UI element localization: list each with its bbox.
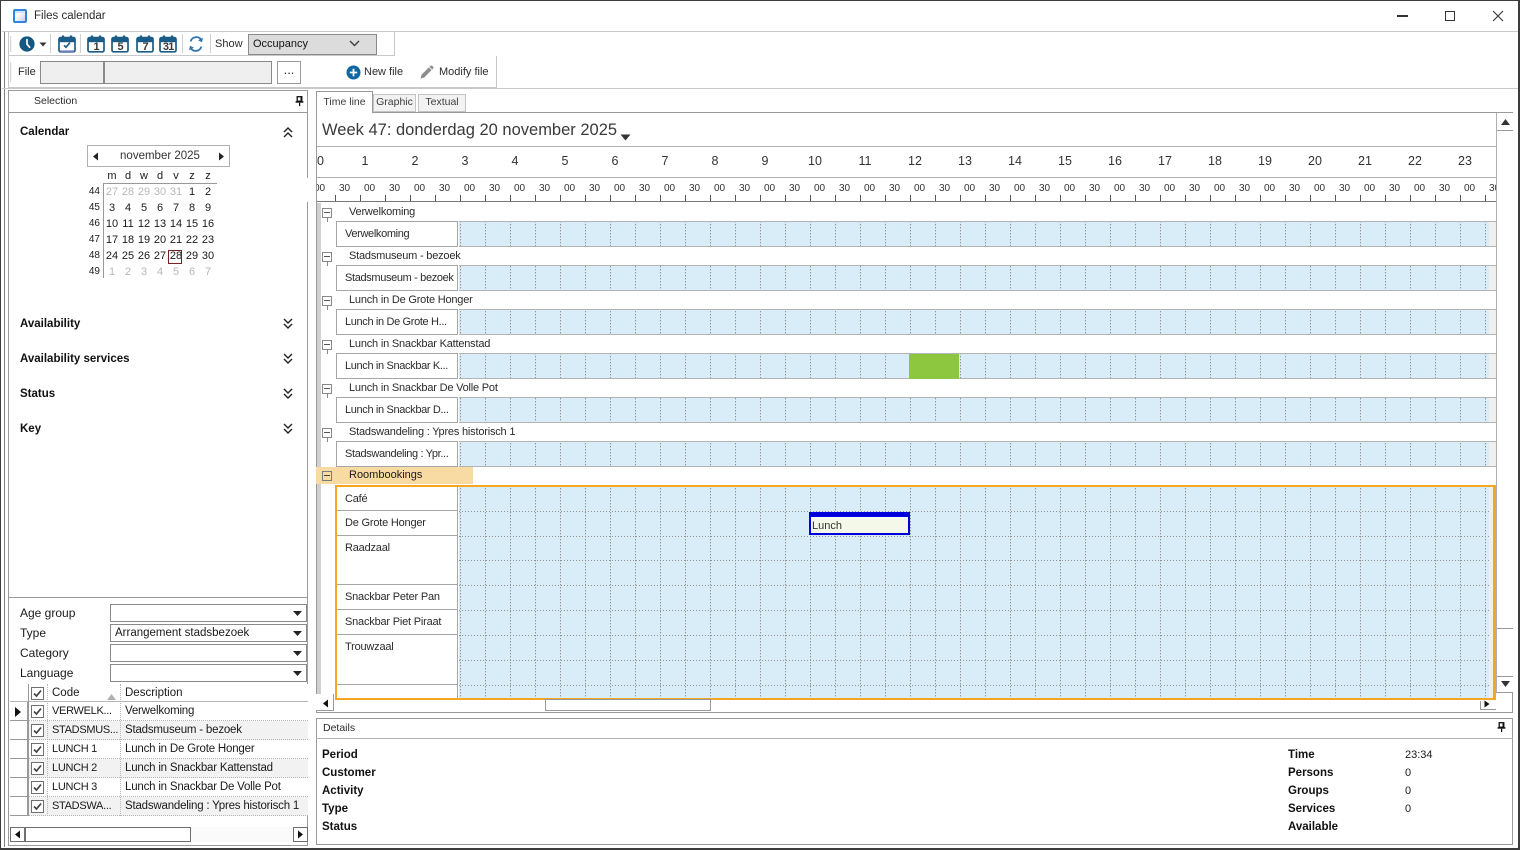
svg-text:7: 7 bbox=[143, 41, 149, 53]
svg-text:31: 31 bbox=[163, 41, 174, 53]
svg-text:5: 5 bbox=[118, 41, 124, 53]
svg-text:1: 1 bbox=[94, 41, 100, 53]
